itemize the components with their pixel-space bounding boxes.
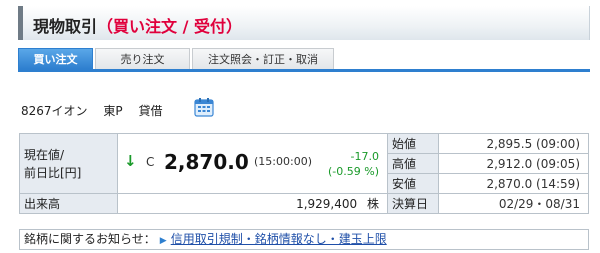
stock-info: 8267イオン 東P 貸借 — [21, 102, 174, 119]
page-title-main: 現物取引 — [33, 17, 98, 36]
price-mark: C — [146, 155, 155, 169]
open-value: 2,895.5 (09:00) — [438, 133, 589, 154]
settlement-value: 02/29・08/31 — [438, 193, 589, 214]
low-label: 安値 — [387, 173, 439, 194]
open-label: 始値 — [387, 133, 439, 154]
page-title-sub: （買い注文 / 受付） — [97, 17, 243, 36]
volume-cell: 1,929,400 株 — [117, 193, 388, 214]
stock-notice: 銘柄に関するお知らせ： ▶ 信用取引規制・銘柄情報なし・建玉上限 — [19, 229, 589, 250]
current-price-label-line1: 現在値/ — [24, 147, 65, 162]
current-price-label-line2: 前日比[円] — [24, 165, 82, 180]
stock-market: 東P — [103, 104, 123, 118]
triangle-right-icon: ▶ — [159, 236, 167, 246]
current-price-label: 現在値/ 前日比[円] — [19, 133, 118, 194]
page-title: 現物取引（買い注文 / 受付） — [33, 13, 242, 37]
notice-label: 銘柄に関するお知らせ： — [24, 232, 156, 246]
volume-value: 1,929,400 — [296, 197, 358, 211]
down-arrow-icon: ↓ — [124, 152, 137, 170]
price-time: (15:00:00) — [254, 155, 312, 168]
settlement-label: 決算日 — [387, 193, 439, 214]
order-tabs: 買い注文 売り注文 注文照会・訂正・取消 — [18, 48, 590, 72]
current-price-cell: ↓ C 2,870.0 (15:00:00) -17.0 (-0.59 %) — [117, 133, 388, 194]
calendar-icon[interactable] — [194, 97, 214, 117]
stock-code-name: 8267イオン — [21, 104, 88, 118]
change-percent: (-0.59 %) — [328, 165, 379, 178]
price-change: -17.0 (-0.59 %) — [328, 149, 379, 179]
low-value: 2,870.0 (14:59) — [438, 173, 589, 194]
notice-link[interactable]: 信用取引規制・銘柄情報なし・建玉上限 — [171, 232, 387, 246]
current-price: 2,870.0 — [164, 150, 249, 174]
high-label: 高値 — [387, 153, 439, 174]
page-header: 現物取引（買い注文 / 受付） — [18, 6, 590, 40]
tab-buy-order[interactable]: 買い注文 — [18, 48, 93, 69]
volume-label: 出来高 — [19, 193, 118, 214]
tab-sell-order[interactable]: 売り注文 — [95, 48, 190, 69]
tab-order-inquiry[interactable]: 注文照会・訂正・取消 — [192, 48, 334, 69]
stock-margin-type: 貸借 — [138, 104, 163, 118]
high-value: 2,912.0 (09:05) — [438, 153, 589, 174]
volume-unit: 株 — [366, 197, 379, 211]
quote-table: 現在値/ 前日比[円] ↓ C 2,870.0 (15:00:00) -17.0… — [19, 133, 589, 214]
change-value: -17.0 — [350, 150, 379, 163]
